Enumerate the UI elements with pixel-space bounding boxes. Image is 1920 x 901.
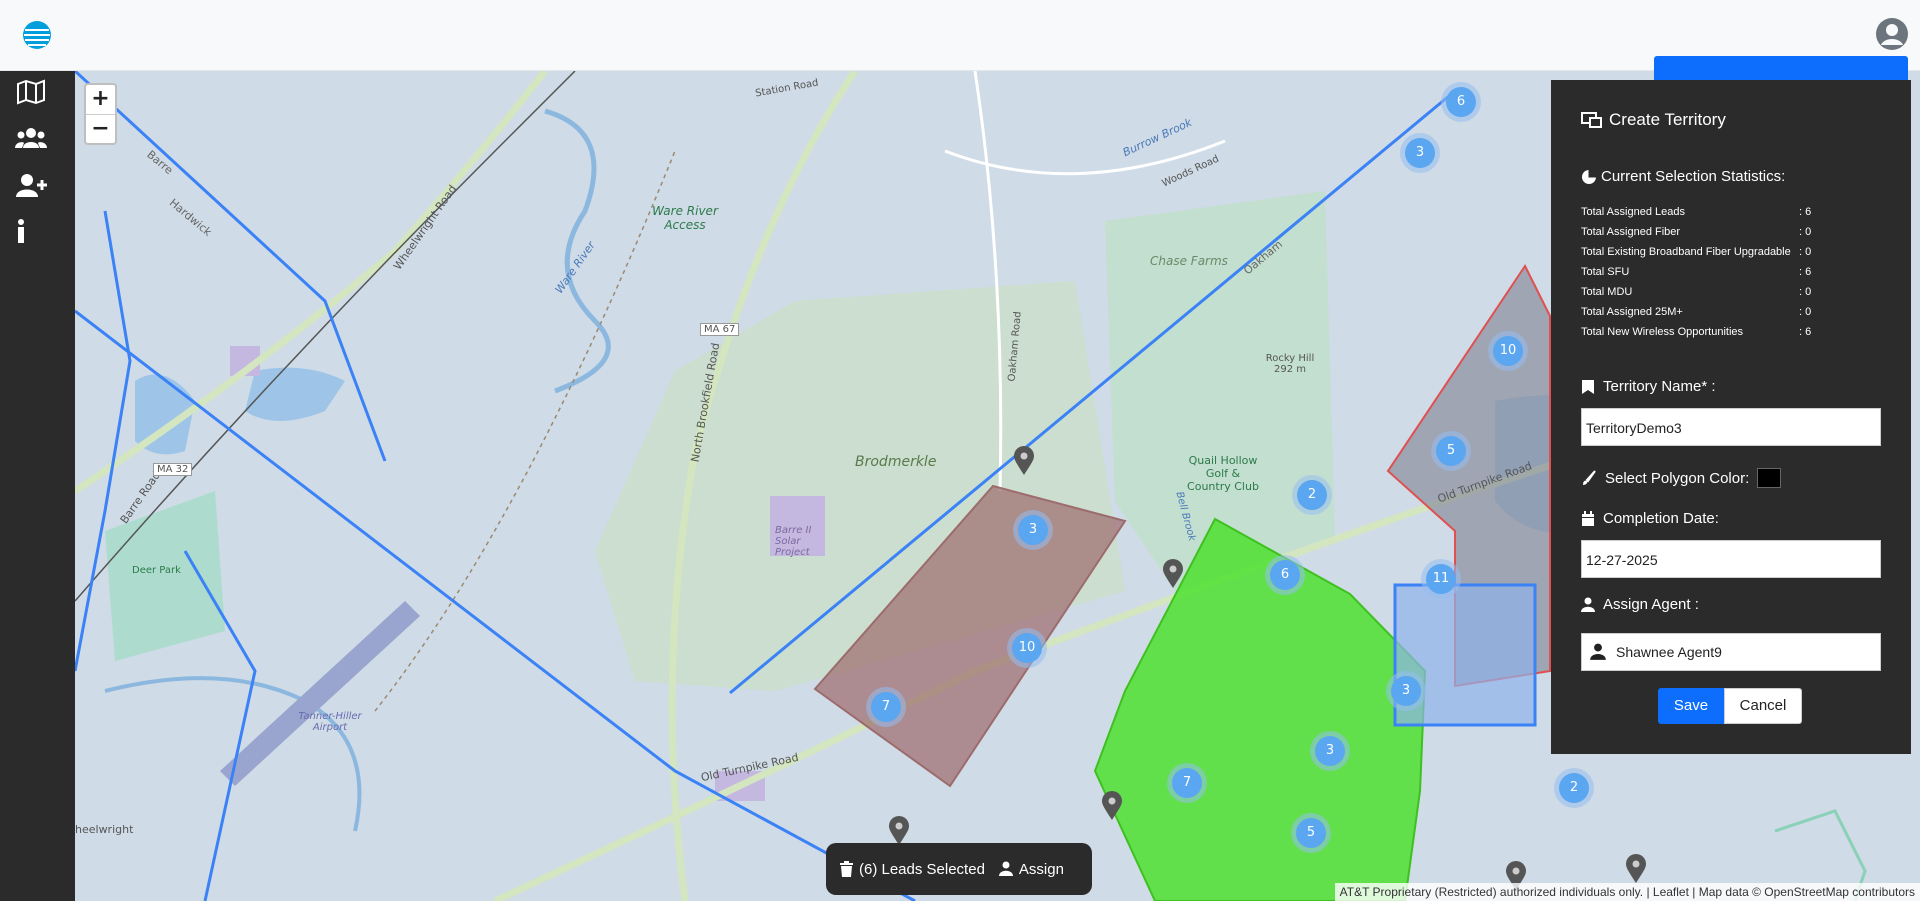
stat-row: Total MDU: 0 (1581, 286, 1812, 298)
assign-button[interactable]: Assign (998, 861, 1064, 878)
map-label-barre-solar: Barre II Solar Project (775, 525, 812, 558)
pie-chart-icon (1582, 168, 1597, 184)
map-label-ma67: MA 67 (700, 323, 740, 336)
lead-cluster[interactable]: 3 (1013, 510, 1053, 550)
agent-value: Shawnee Agent9 (1616, 644, 1722, 660)
map-pin-icon[interactable] (1101, 791, 1123, 821)
map-icon[interactable] (14, 77, 48, 107)
zoom-control: + − (84, 83, 117, 145)
map-label-deer-park: Deer Park (132, 565, 181, 576)
att-globe-icon[interactable] (22, 20, 52, 50)
person-icon (1590, 643, 1606, 660)
completion-date-input[interactable]: 12-27-2025 (1581, 540, 1881, 578)
lead-cluster[interactable]: 6 (1265, 555, 1305, 595)
bookmark-icon (1582, 379, 1594, 394)
sidebar (0, 71, 75, 901)
assign-agent-select[interactable]: Shawnee Agent9 (1581, 633, 1881, 671)
create-territory-panel: Create Territory Current Selection Stati… (1551, 80, 1911, 754)
lead-cluster[interactable]: 10 (1007, 628, 1047, 668)
person-icon (998, 861, 1013, 876)
calendar-icon (1582, 510, 1594, 526)
map-label-wheelwright: heelwright (75, 823, 134, 836)
lead-cluster[interactable]: 3 (1400, 133, 1440, 173)
lead-cluster[interactable]: 3 (1386, 671, 1426, 711)
users-icon[interactable] (14, 124, 48, 154)
panel-tab (1654, 56, 1908, 80)
lead-cluster[interactable]: 10 (1488, 331, 1528, 371)
map-label-chase-farms: Chase Farms (1150, 254, 1228, 268)
info-icon[interactable] (14, 217, 48, 247)
territory-name-input[interactable]: TerritoryDemo3 (1581, 408, 1881, 446)
territory-icon (1581, 112, 1602, 128)
lead-cluster[interactable]: 2 (1554, 768, 1594, 808)
brush-icon (1583, 470, 1596, 485)
territory-name-label: Territory Name* : (1581, 378, 1716, 395)
stats-table: Total Assigned Leads: 6 Total Assigned F… (1581, 206, 1901, 346)
map-label-ma32: MA 32 (153, 463, 193, 476)
stats-heading: Current Selection Statistics: (1581, 168, 1785, 185)
user-circle-icon[interactable] (1876, 18, 1908, 50)
lead-cluster[interactable]: 2 (1292, 475, 1332, 515)
stat-row: Total New Wireless Opportunities: 6 (1581, 326, 1812, 338)
map-pin-icon[interactable] (1013, 446, 1035, 476)
lead-cluster[interactable]: 5 (1291, 813, 1331, 853)
user-plus-icon[interactable] (14, 171, 48, 201)
panel-title: Create Territory (1581, 110, 1726, 130)
lead-cluster[interactable]: 7 (1167, 763, 1207, 803)
stat-row: Total SFU: 6 (1581, 266, 1812, 278)
map-pin-icon[interactable] (1625, 854, 1647, 884)
stat-row: Total Assigned Leads: 6 (1581, 206, 1812, 218)
lead-cluster[interactable]: 6 (1441, 82, 1481, 122)
save-button[interactable]: Save (1658, 688, 1724, 724)
bottom-action-bar: (6) Leads Selected Assign (826, 843, 1092, 895)
zoom-in-button[interactable]: + (86, 85, 115, 114)
map-label-quail-hollow: Quail Hollow Golf & Country Club (1187, 454, 1259, 493)
polygon-color-label: Select Polygon Color: (1581, 468, 1782, 488)
lead-cluster[interactable]: 7 (866, 687, 906, 727)
map-pin-icon[interactable] (888, 816, 910, 846)
person-icon (1581, 597, 1595, 612)
stat-row: Total Existing Broadband Fiber Upgradabl… (1581, 246, 1812, 258)
map-label-rocky-hill: Rocky Hill 292 m (1265, 353, 1315, 375)
map-label-brodmerkle: Brodmerkle (855, 454, 937, 470)
stat-row: Total Assigned 25M+: 0 (1581, 306, 1812, 318)
assign-agent-label: Assign Agent : (1581, 596, 1699, 613)
lead-cluster[interactable]: 5 (1431, 431, 1471, 471)
leads-selected-button[interactable]: (6) Leads Selected (840, 861, 985, 878)
completion-date-label: Completion Date: (1581, 510, 1719, 527)
lead-cluster[interactable]: 11 (1421, 559, 1461, 599)
cancel-button[interactable]: Cancel (1724, 688, 1802, 724)
stat-row: Total Assigned Fiber: 0 (1581, 226, 1812, 238)
map-pin-icon[interactable] (1162, 559, 1184, 589)
map-label-ware-river-access: Ware River Access (652, 204, 718, 232)
zoom-out-button[interactable]: − (86, 114, 115, 143)
polygon-color-picker[interactable] (1757, 468, 1782, 488)
map-label-tanner-hiller: Tanner-Hiller Airport (298, 711, 362, 733)
map-attribution: AT&T Proprietary (Restricted) authorized… (1334, 883, 1920, 901)
trash-icon (840, 861, 853, 877)
lead-cluster[interactable]: 3 (1310, 731, 1350, 771)
top-navbar (0, 0, 1920, 71)
